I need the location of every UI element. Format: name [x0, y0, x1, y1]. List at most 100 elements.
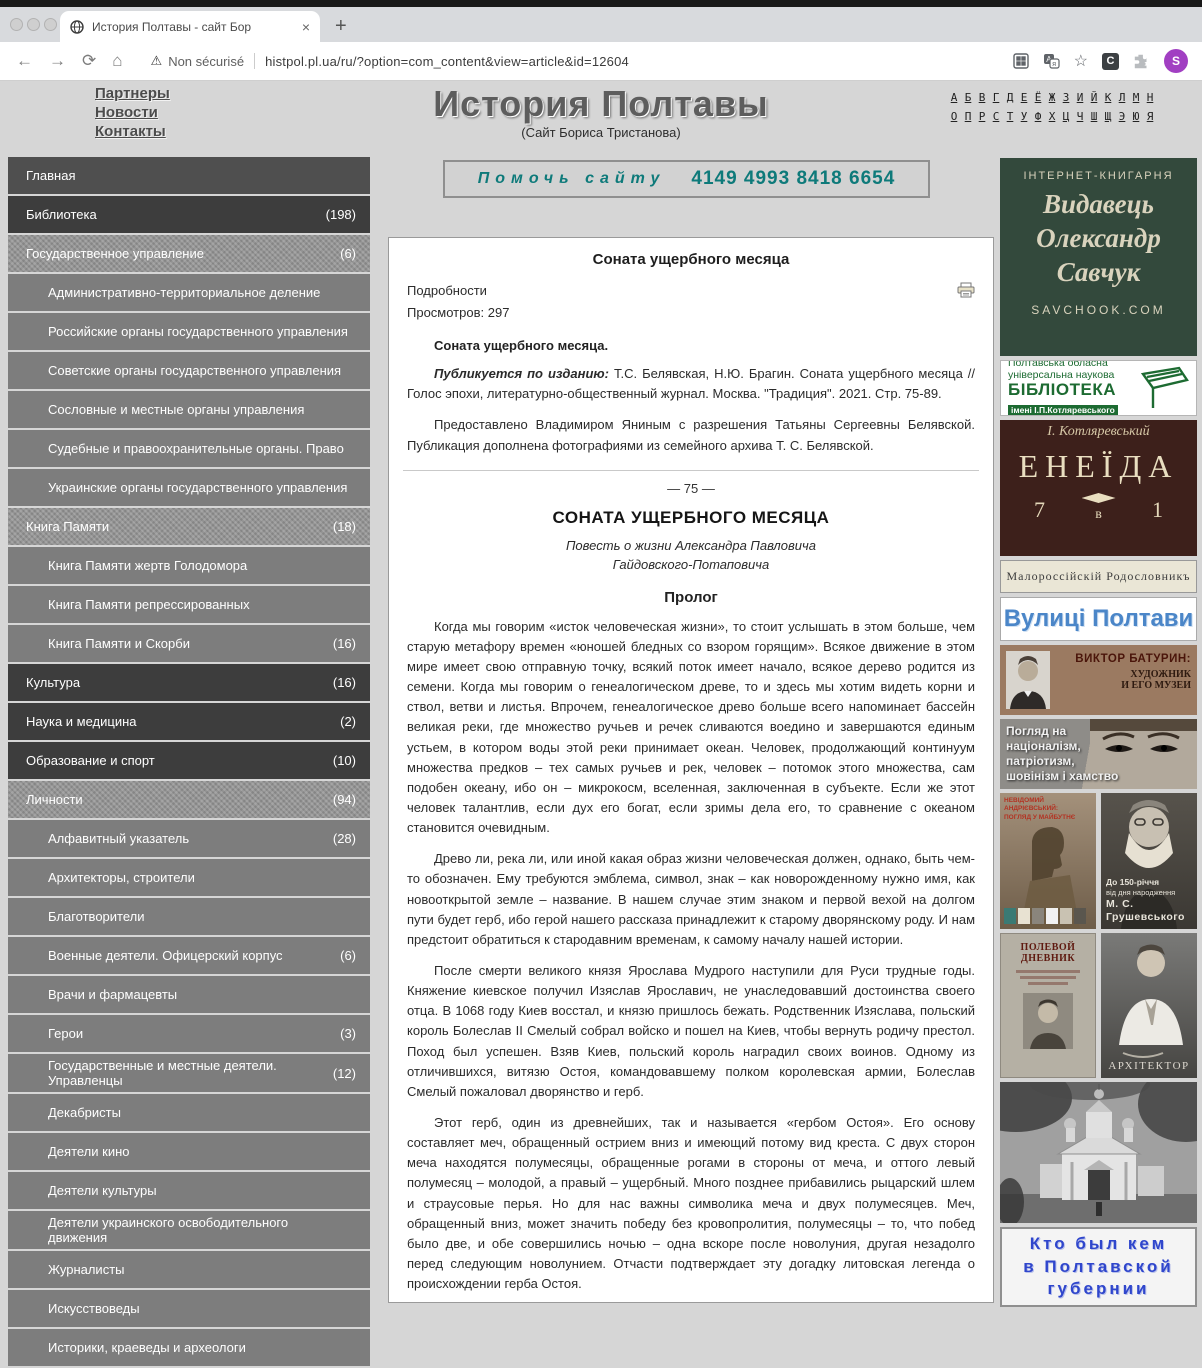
alphabet-letter-Б[interactable]: Б: [961, 91, 975, 104]
sidebar-item[interactable]: Герои(3): [8, 1015, 370, 1052]
banner-rodoslovnik[interactable]: Малороссійскій Родословникъ: [1000, 560, 1197, 593]
window-close-button[interactable]: [10, 18, 23, 31]
warning-icon[interactable]: ⚠: [151, 53, 163, 69]
banner-polevoy-dnevnik[interactable]: ПОЛЕВОЙ ДНЕВНИК: [1000, 933, 1096, 1078]
alphabet-letter-М[interactable]: М: [1129, 91, 1143, 104]
alphabet-letter-З[interactable]: З: [1059, 91, 1073, 104]
avatar[interactable]: S: [1164, 49, 1188, 73]
banner-baturyn[interactable]: ВИКТОР БАТУРИН: ХУДОЖНИК И ЕГО МУЗЕИ: [1000, 645, 1197, 715]
banner-andriievskyi[interactable]: НЕВІДОМИЙ АНДРІЄВСЬКИЙ: ПОГЛЯД У МАЙБУТН…: [1000, 793, 1096, 929]
window-minimize-button[interactable]: [27, 18, 40, 31]
sidebar-item[interactable]: Деятели кино: [8, 1133, 370, 1170]
sidebar-item[interactable]: Книга Памяти репрессированных: [8, 586, 370, 623]
banner-kto-byl-kem[interactable]: Кто был кем в Полтавской губернии: [1000, 1227, 1197, 1307]
alphabet-letter-Т[interactable]: Т: [1003, 110, 1017, 123]
tab-close-icon[interactable]: ×: [302, 19, 310, 35]
sidebar-item[interactable]: Декабристы: [8, 1094, 370, 1131]
sidebar-item[interactable]: Благотворители: [8, 898, 370, 935]
new-tab-button[interactable]: +: [335, 16, 347, 36]
alphabet-letter-С[interactable]: С: [989, 110, 1003, 123]
window-zoom-button[interactable]: [44, 18, 57, 31]
sidebar-item[interactable]: Книга Памяти и Скорби(16): [8, 625, 370, 662]
alphabet-letter-У[interactable]: У: [1017, 110, 1031, 123]
sidebar-item[interactable]: Советские органы государственного управл…: [8, 352, 370, 389]
sidebar-item[interactable]: Деятели украинского освободительного дви…: [8, 1211, 370, 1249]
sidebar-item[interactable]: Искусствоведы: [8, 1290, 370, 1327]
alphabet-letter-Н[interactable]: Н: [1143, 91, 1157, 104]
alphabet-letter-А[interactable]: А: [947, 91, 961, 104]
bookmark-star-icon[interactable]: ☆: [1074, 51, 1088, 71]
alphabet-letter-Ж[interactable]: Ж: [1045, 91, 1059, 104]
sidebar-item[interactable]: Наука и медицина(2): [8, 703, 370, 740]
alphabet-letter-Й[interactable]: Й: [1087, 91, 1101, 104]
alphabet-letter-Л[interactable]: Л: [1115, 91, 1129, 104]
alphabet-letter-Д[interactable]: Д: [1003, 91, 1017, 104]
sidebar-item[interactable]: Личности(94): [8, 781, 370, 818]
alphabet-letter-К[interactable]: К: [1101, 91, 1115, 104]
sidebar-item[interactable]: Государственные и местные деятели. Управ…: [8, 1054, 370, 1092]
alphabet-letter-В[interactable]: В: [975, 91, 989, 104]
alphabet-letter-И[interactable]: И: [1073, 91, 1087, 104]
banner-church-photo[interactable]: [1000, 1082, 1197, 1223]
alphabet-letter-Ч[interactable]: Ч: [1073, 110, 1087, 123]
alphabet-letter-О[interactable]: О: [947, 110, 961, 123]
browser-tab[interactable]: История Полтавы - сайт Бор ×: [60, 11, 320, 42]
alphabet-letter-Ф[interactable]: Ф: [1031, 110, 1045, 123]
banner-eneida[interactable]: І. Котляревський ЕНЕЇДА 7 в 1: [1000, 420, 1197, 556]
sidebar-item[interactable]: Архитекторы, строители: [8, 859, 370, 896]
alphabet-letter-Щ[interactable]: Щ: [1101, 110, 1115, 123]
donate-banner[interactable]: Помочь сайту 4149 4993 8418 6654: [443, 160, 930, 198]
sidebar-item[interactable]: Военные деятели. Офицерский корпус(6): [8, 937, 370, 974]
alphabet-letter-Р[interactable]: Р: [975, 110, 989, 123]
alphabet-letter-Ю[interactable]: Ю: [1129, 110, 1143, 123]
url-text[interactable]: histpol.pl.ua/ru/?option=com_content&vie…: [265, 54, 629, 69]
sidebar-item[interactable]: Алфавитный указатель(28): [8, 820, 370, 857]
sidebar-item[interactable]: Российские органы государственного управ…: [8, 313, 370, 350]
alphabet-letter-П[interactable]: П: [961, 110, 975, 123]
sidebar-item[interactable]: Образование и спорт(10): [8, 742, 370, 779]
alphabet-letter-Г[interactable]: Г: [989, 91, 1003, 104]
forward-icon[interactable]: →: [49, 51, 66, 71]
sidebar-item[interactable]: Административно-территориальное деление: [8, 274, 370, 311]
sidebar-item[interactable]: Украинские органы государственного управ…: [8, 469, 370, 506]
address-field[interactable]: ⚠ Non sécurisé histpol.pl.ua/ru/?option=…: [141, 47, 1013, 75]
banner-pohliad[interactable]: Погляд на націоналізм, патріотизм, шовін…: [1000, 719, 1197, 789]
apps-grid-icon[interactable]: [1013, 53, 1029, 69]
alphabet-letter-Х[interactable]: Х: [1045, 110, 1059, 123]
sidebar-item[interactable]: Историки, краеведы и археологи: [8, 1329, 370, 1366]
url-bar: ← → ⟳ ⌂ ⚠ Non sécurisé histpol.pl.ua/ru/…: [0, 42, 1202, 81]
sidebar-item[interactable]: Книга Памяти(18): [8, 508, 370, 545]
sidebar-item[interactable]: Главная: [8, 157, 370, 194]
library-name: БІБЛІОТЕКА: [1008, 381, 1139, 400]
translate-icon[interactable]: Aя: [1043, 53, 1060, 69]
sidebar-item[interactable]: Книга Памяти жертв Голодомора: [8, 547, 370, 584]
alphabet-letter-Ц[interactable]: Ц: [1059, 110, 1073, 123]
sidebar-item[interactable]: Государственное управление(6): [8, 235, 370, 272]
puzzle-extension-icon[interactable]: [1133, 53, 1150, 70]
sidebar-item[interactable]: Библиотека(198): [8, 196, 370, 233]
extension-c-icon[interactable]: C: [1102, 53, 1119, 70]
sidebar-item[interactable]: Судебные и правоохранительные органы. Пр…: [8, 430, 370, 467]
alphabet-letter-Я[interactable]: Я: [1143, 110, 1157, 123]
polevoy-title: ПОЛЕВОЙ ДНЕВНИК: [1001, 942, 1095, 964]
home-icon[interactable]: ⌂: [112, 51, 122, 71]
banner-arkhitektor[interactable]: АРХІТЕКТОР: [1101, 933, 1197, 1078]
sidebar-item[interactable]: Культура(16): [8, 664, 370, 701]
alphabet-letter-Ё[interactable]: Ё: [1031, 91, 1045, 104]
banner-library[interactable]: Полтавська обласна універсальна наукова …: [1000, 360, 1197, 416]
sidebar-item[interactable]: Врачи и фармацевты: [8, 976, 370, 1013]
alphabet-letter-Ш[interactable]: Ш: [1087, 110, 1101, 123]
back-icon[interactable]: ←: [16, 51, 33, 71]
sidebar-item[interactable]: Деятели культуры: [8, 1172, 370, 1209]
banner-vulytsi-poltavy[interactable]: Вулиці Полтави: [1000, 597, 1197, 641]
banner-savchuk-bookstore[interactable]: ІНТЕРНЕТ-КНИГАРНЯ Видавець Олександр Сав…: [1000, 158, 1197, 356]
article-details-link[interactable]: Подробности: [407, 280, 975, 302]
banner-hrushevskyi[interactable]: До 150-річчя від дня народження М. С. Гр…: [1101, 793, 1197, 929]
reload-icon[interactable]: ⟳: [82, 51, 96, 71]
sidebar-item[interactable]: Журналисты: [8, 1251, 370, 1288]
print-icon[interactable]: [957, 282, 975, 298]
alphabet-letter-Э[interactable]: Э: [1115, 110, 1129, 123]
sidebar-item[interactable]: Сословные и местные органы управления: [8, 391, 370, 428]
sidebar-item-label: Административно-территориальное деление: [48, 285, 356, 300]
alphabet-letter-Е[interactable]: Е: [1017, 91, 1031, 104]
